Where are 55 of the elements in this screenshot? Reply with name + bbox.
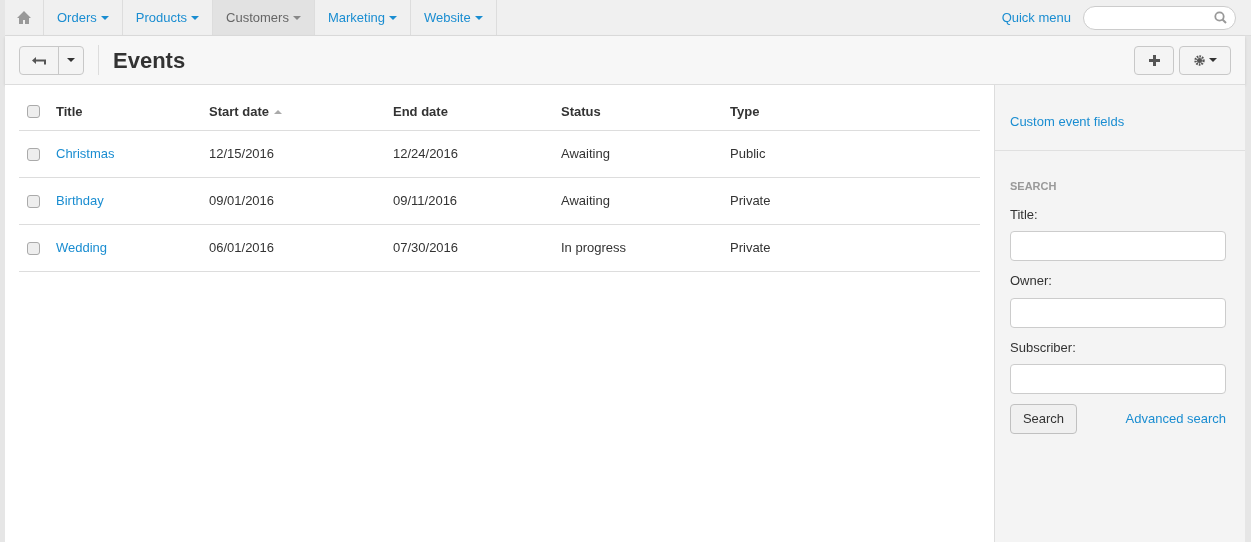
checkbox[interactable] (27, 241, 40, 255)
plus-icon (1148, 54, 1160, 66)
table-cell-text: Private (730, 239, 772, 258)
event-title-link[interactable]: Wedding (56, 238, 209, 258)
caret-icon (191, 15, 200, 20)
search-field[interactable] (1083, 5, 1236, 30)
nav-menu-item[interactable]: Customers (213, 0, 315, 35)
checkbox[interactable] (27, 147, 40, 161)
nav-menu-item[interactable]: Website (411, 0, 497, 35)
sort-arrow-icon (273, 109, 282, 114)
table-cell-text: 12/24/2016 (393, 145, 460, 164)
input-field[interactable] (1010, 231, 1226, 261)
column-header[interactable]: Title (56, 101, 83, 122)
table-cell-text: Awaiting (561, 145, 611, 164)
custom-fields-link[interactable]: Custom event fields (1010, 111, 1125, 132)
quick-menu-link[interactable]: Quick menu (1001, 7, 1071, 28)
search-button[interactable]: Search (1010, 404, 1077, 434)
search-icon (1214, 11, 1227, 24)
column-header[interactable]: Status (561, 101, 601, 122)
table-cell-text: 09/11/2016 (393, 192, 459, 211)
settings-icon (1193, 54, 1205, 66)
caret-icon (100, 15, 109, 20)
event-title-link[interactable]: Christmas (56, 144, 209, 164)
caret-icon (1208, 58, 1217, 62)
table-cell-text: Public (730, 145, 767, 164)
field-label: Subscriber: (1010, 338, 1077, 357)
table-cell-text: 07/30/2016 (393, 239, 460, 258)
nav-menu-item[interactable]: Marketing (314, 0, 411, 35)
checkbox[interactable] (27, 194, 40, 208)
caret-icon (67, 58, 75, 62)
back-arrow-icon (32, 55, 46, 65)
table-cell-text: 06/01/2016 (209, 239, 276, 258)
table-cell-text: 12/15/2016 (209, 145, 276, 164)
checkbox[interactable] (27, 105, 40, 118)
section-heading: SEARCH (1010, 179, 1058, 194)
table-cell-text: In progress (561, 239, 628, 258)
caret-icon (292, 15, 301, 20)
settings-button[interactable] (1179, 45, 1231, 75)
input-field[interactable] (1010, 297, 1226, 328)
column-header[interactable]: Type (730, 101, 760, 122)
caret-icon (474, 15, 483, 20)
page-title: Events (113, 46, 186, 75)
add-button[interactable] (1134, 45, 1174, 75)
table-cell-text: 09/01/2016 (209, 192, 276, 211)
column-header[interactable]: End date (393, 101, 448, 122)
table-cell-text: Awaiting (561, 192, 611, 211)
table-cell-text: Private (730, 192, 772, 211)
field-label: Title: (1010, 205, 1039, 224)
column-header[interactable]: Start date (209, 101, 282, 122)
event-title-link[interactable]: Birthday (56, 191, 209, 211)
caret-icon (389, 15, 397, 20)
nav-menu-item[interactable]: Orders (44, 0, 123, 35)
input-field[interactable] (1010, 364, 1226, 394)
field-label: Owner: (1010, 272, 1053, 290)
advanced-search-link[interactable]: Advanced search (1125, 409, 1226, 429)
